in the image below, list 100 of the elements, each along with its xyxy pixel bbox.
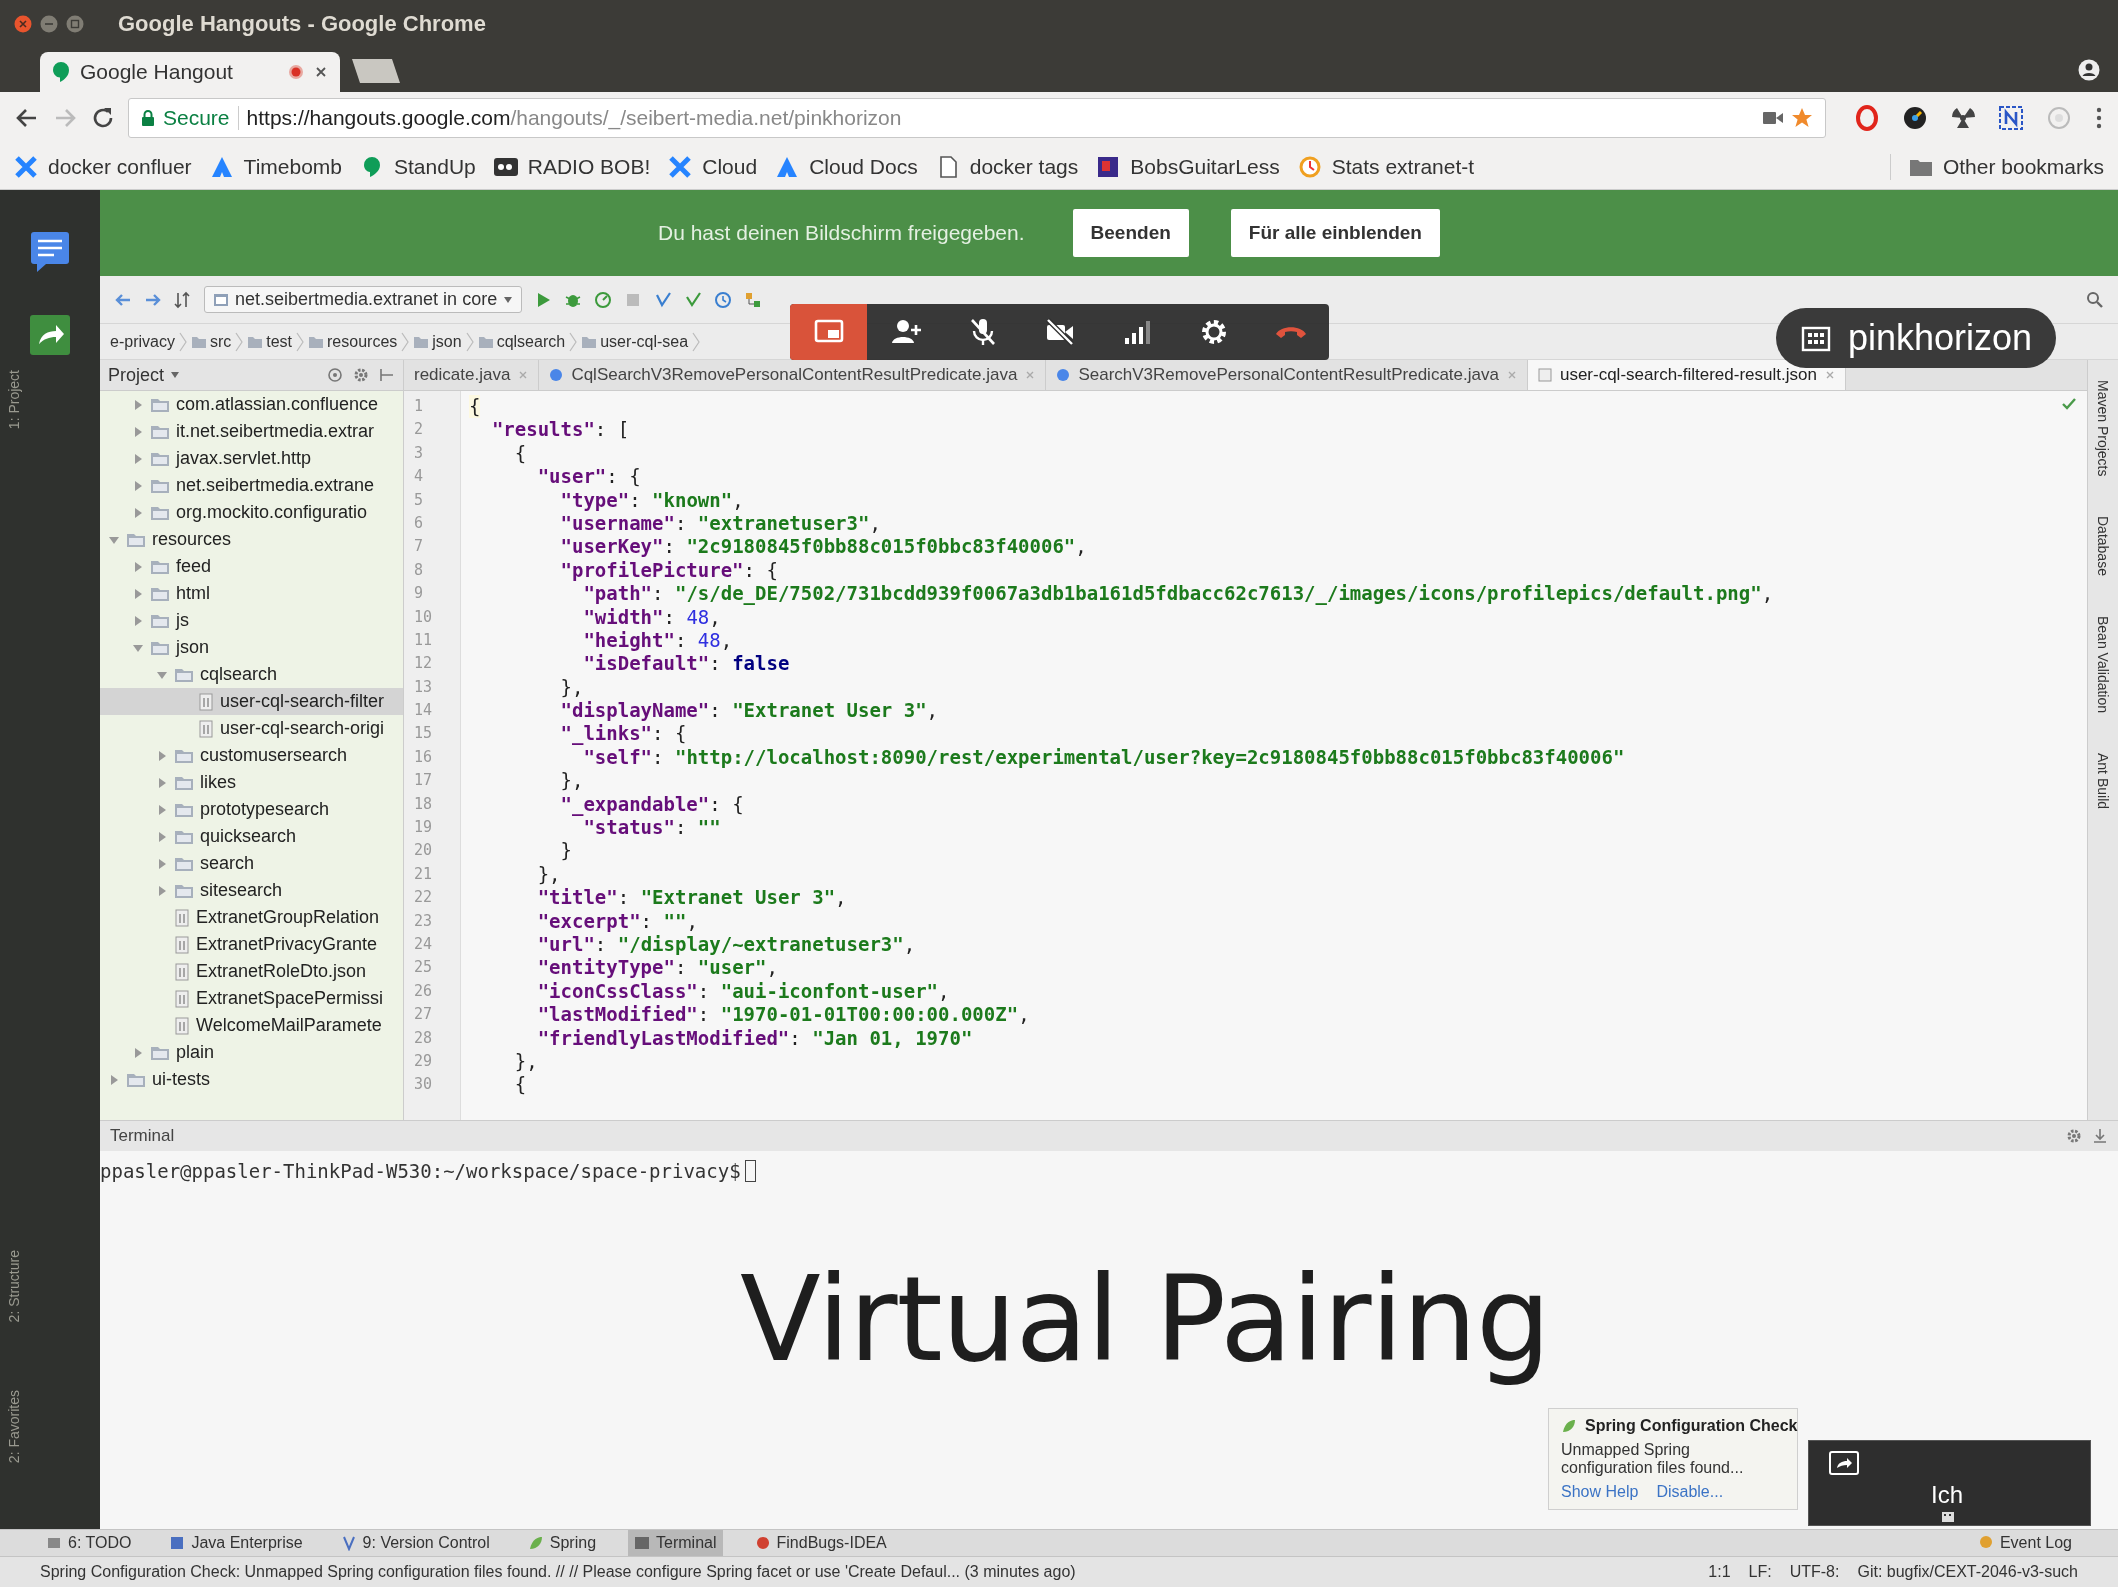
cursor-position[interactable]: 1:1 [1708, 1563, 1731, 1581]
banner-button[interactable]: Für alle einblenden [1230, 209, 1440, 257]
breadcrumb[interactable]: src [190, 332, 232, 351]
bookmark[interactable]: RADIO BOB! [493, 154, 651, 179]
structure-icon[interactable] [744, 290, 763, 309]
chat-icon[interactable] [29, 230, 71, 272]
breadcrumb[interactable]: e-privacy [110, 332, 175, 351]
bookmark[interactable]: docker tags [935, 154, 1079, 179]
collapsed-arrow-icon[interactable] [132, 398, 144, 411]
tree-item[interactable]: org.mockito.configuratio [100, 499, 403, 526]
tree-item[interactable]: customusersearch [100, 742, 403, 769]
vcs-update-icon[interactable] [654, 290, 673, 309]
breadcrumb[interactable]: json [413, 332, 462, 351]
collapsed-arrow-icon[interactable] [132, 506, 144, 519]
target-icon[interactable] [327, 367, 343, 383]
breadcrumb[interactable]: cqlsearch [477, 332, 566, 351]
collapsed-arrow-icon[interactable] [132, 452, 144, 465]
tool-window-tab[interactable]: Database [2095, 516, 2111, 577]
user-icon[interactable] [2078, 58, 2100, 81]
tool-window-button[interactable]: Terminal [628, 1530, 723, 1556]
video-camera-icon[interactable] [1763, 111, 1783, 125]
gear-icon[interactable] [353, 367, 369, 383]
history-icon[interactable] [714, 290, 733, 309]
banner-button[interactable]: Beenden [1072, 209, 1189, 257]
dial-icon[interactable] [1902, 105, 1928, 131]
circle-icon[interactable] [2046, 105, 2072, 131]
tree-item[interactable]: javax.servlet.http [100, 445, 403, 472]
file-encoding[interactable]: UTF-8: [1789, 1563, 1840, 1581]
collapsed-arrow-icon[interactable] [156, 830, 168, 843]
collapsed-arrow-icon[interactable] [156, 749, 168, 762]
vcs-commit-icon[interactable] [684, 290, 703, 309]
tree-item[interactable]: ExtranetRoleDto.json [100, 958, 403, 985]
tree-item[interactable]: feed [100, 553, 403, 580]
tree-item[interactable]: ui-tests [100, 1066, 403, 1093]
bookmark[interactable]: Cloud Docs [775, 154, 918, 179]
bookmark[interactable]: Cloud [668, 154, 758, 179]
bookmark[interactable]: BobsGuitarLess [1096, 154, 1280, 179]
tool-window-button[interactable]: Java Enterprise [163, 1530, 309, 1556]
tree-item[interactable]: ExtranetPrivacyGrante [100, 931, 403, 958]
bookmark[interactable]: Stats extranet-t [1297, 154, 1475, 179]
tree-item[interactable]: com.atlassian.confluence [100, 391, 403, 418]
tree-item[interactable]: ExtranetSpacePermissi [100, 985, 403, 1012]
tool-window-tab[interactable]: Ant Build [2095, 753, 2111, 810]
bookmark[interactable]: docker confluer [14, 154, 192, 179]
menu-icon[interactable] [2094, 105, 2104, 131]
letter-square-icon[interactable] [1998, 105, 2024, 131]
tool-window-button[interactable]: 9: Version Control [334, 1530, 496, 1556]
tree-item[interactable]: plain [100, 1039, 403, 1066]
collapsed-arrow-icon[interactable] [132, 479, 144, 492]
radiation-icon[interactable] [1950, 105, 1976, 131]
close-icon[interactable] [314, 65, 328, 79]
tree-item[interactable]: resources [100, 526, 403, 553]
collapsed-arrow-icon[interactable] [156, 803, 168, 816]
collapsed-arrow-icon[interactable] [132, 425, 144, 438]
tree-item[interactable]: quicksearch [100, 823, 403, 850]
tool-window-button[interactable]: Event Log [1971, 1530, 2078, 1556]
tool-window-button[interactable]: FindBugs-IDEA [748, 1530, 893, 1556]
tool-window-tab[interactable]: 1: Project [6, 370, 22, 430]
collapsed-arrow-icon[interactable] [156, 857, 168, 870]
tree-item[interactable]: sitesearch [100, 877, 403, 904]
editor-tab[interactable]: redicate.java [404, 360, 540, 390]
tree-item[interactable]: likes [100, 769, 403, 796]
maximize-icon[interactable] [66, 14, 84, 33]
collapsed-arrow-icon[interactable] [132, 560, 144, 573]
tree-item[interactable]: html [100, 580, 403, 607]
screen-share-button[interactable] [790, 304, 867, 360]
breadcrumb[interactable]: user-cql-sea [581, 332, 689, 351]
tree-item[interactable]: ExtranetGroupRelation [100, 904, 403, 931]
hide-panel-icon[interactable] [2092, 1128, 2108, 1144]
tool-window-tab[interactable]: 2: Favorites [6, 1390, 22, 1464]
tree-item[interactable]: net.seibertmedia.extrane [100, 472, 403, 499]
ring-icon[interactable] [1854, 105, 1880, 131]
close-icon[interactable] [14, 14, 32, 33]
star-icon[interactable] [1791, 107, 1813, 129]
tree-item[interactable]: it.net.seibertmedia.extrar [100, 418, 403, 445]
browser-tab[interactable]: Google Hangout [40, 52, 340, 92]
tool-window-tab[interactable]: 2: Structure [6, 1250, 22, 1323]
bookmark[interactable]: Timebomb [209, 154, 342, 179]
collapsed-arrow-icon[interactable] [132, 587, 144, 600]
git-branch[interactable]: Git: bugfix/CEXT-2046-v3-such [1857, 1563, 2078, 1581]
tree-item[interactable]: prototypesearch [100, 796, 403, 823]
address-bar[interactable]: Secure https://hangouts.google.com/hangouts/_/seibert-media.net/pinkhorizon [128, 98, 1826, 138]
tool-window-tab[interactable]: Maven Projects [2095, 380, 2111, 477]
collapsed-arrow-icon[interactable] [108, 1073, 120, 1086]
tree-item[interactable]: user-cql-search-origi [100, 715, 403, 742]
sort-icon[interactable] [174, 290, 192, 309]
notification-link[interactable]: Disable... [1656, 1483, 1724, 1501]
gear-icon[interactable] [2066, 1128, 2082, 1144]
tool-window-button[interactable]: Spring [521, 1530, 603, 1556]
collapsed-arrow-icon[interactable] [132, 1046, 144, 1059]
line-separator[interactable]: LF: [1748, 1563, 1772, 1581]
tree-item[interactable]: json [100, 634, 403, 661]
gauge-icon[interactable] [594, 290, 613, 309]
collapsed-arrow-icon[interactable] [156, 776, 168, 789]
tool-window-button[interactable]: 6: TODO [40, 1530, 138, 1556]
editor-tab[interactable]: user-cql-search-filtered-result.json [1527, 360, 1846, 390]
bookmark[interactable]: StandUp [360, 154, 476, 179]
minimize-icon[interactable] [40, 14, 58, 33]
collapse-icon[interactable] [379, 367, 395, 383]
project-view-dropdown[interactable]: Project [108, 364, 181, 386]
